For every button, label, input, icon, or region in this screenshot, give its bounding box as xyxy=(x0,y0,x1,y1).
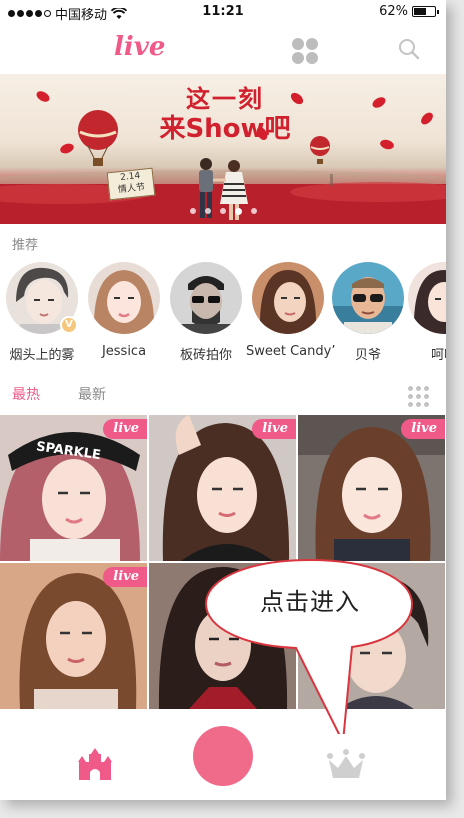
live-stream-tile[interactable]: live xyxy=(0,563,147,709)
valentine-sign: 2.14 情人节 xyxy=(106,167,156,201)
avatar-portrait xyxy=(88,262,160,334)
live-stream-tile[interactable]: SPARKLE live xyxy=(0,415,147,561)
tab-hot[interactable]: 最热 xyxy=(12,384,40,404)
avatar-portrait xyxy=(252,262,324,334)
banner-title: 这一刻 来Show吧 xyxy=(145,84,305,144)
banner-title-line2: 来Show吧 xyxy=(159,114,291,144)
start-live-button[interactable] xyxy=(181,714,265,798)
top-nav: live xyxy=(0,24,446,74)
avatar xyxy=(408,262,446,334)
promo-banner[interactable]: 这一刻 来Show吧 2.14 情人节 xyxy=(0,74,446,224)
status-right: 62% xyxy=(379,4,439,19)
avatar-portrait xyxy=(408,262,446,334)
recommend-user-name: 板砖拍你 xyxy=(179,348,232,363)
recommend-user-name: 呵呵 xyxy=(430,348,446,363)
recommend-user[interactable]: Jessica xyxy=(82,260,166,359)
banner-dot[interactable] xyxy=(250,208,257,214)
banner-dot[interactable] xyxy=(219,208,226,214)
hot-air-balloon-icon xyxy=(310,136,330,164)
recommend-user-name: 贝爷 xyxy=(354,348,381,363)
hot-air-balloon-icon xyxy=(78,110,118,166)
crown-ranking-icon[interactable] xyxy=(326,748,366,782)
recommend-user[interactable]: Sweet Candy’ xyxy=(246,260,336,359)
avatar-portrait xyxy=(332,262,404,334)
tab-new[interactable]: 最新 xyxy=(78,384,106,404)
status-bar: 中国移动 11:21 62% xyxy=(0,0,446,24)
search-icon[interactable] xyxy=(398,38,420,60)
castle-home-icon[interactable] xyxy=(78,746,112,780)
battery-icon xyxy=(412,6,439,17)
recommend-list: V 烟头上的雾 Jessica 板砖拍你 Sweet Candy’ 贝爷 呵 xyxy=(0,260,446,364)
start-live-circle xyxy=(193,726,253,786)
layout-grid-icon[interactable] xyxy=(408,386,432,407)
avatar xyxy=(332,262,404,334)
banner-dot[interactable] xyxy=(204,208,211,214)
recommend-user[interactable]: 板砖拍你 xyxy=(164,260,248,363)
recommend-user-name: Sweet Candy’ xyxy=(246,344,336,359)
live-badge: live xyxy=(103,567,147,587)
recommend-user[interactable]: 呵呵 xyxy=(402,260,446,363)
feed-tabs: 最热 最新 xyxy=(0,384,446,410)
banner-title-line1: 这一刻 xyxy=(186,85,264,113)
recommend-section-label: 推荐 xyxy=(12,238,39,253)
live-stream-tile[interactable]: live xyxy=(298,415,445,561)
battery-percent: 62% xyxy=(379,4,408,19)
recommend-user-name: Jessica xyxy=(101,344,147,359)
live-badge: live xyxy=(401,419,445,439)
live-badge: live xyxy=(252,419,296,439)
banner-dot[interactable] xyxy=(234,207,242,215)
recommend-user[interactable]: 贝爷 xyxy=(326,260,410,363)
banner-dot[interactable] xyxy=(189,208,196,214)
live-badge: live xyxy=(103,419,147,439)
phone-screen: 中国移动 11:21 62% live 这一刻 来Show吧 2.14 情人节 … xyxy=(0,0,446,800)
live-feed-grid: SPARKLE live live live live xyxy=(0,415,446,735)
app-logo: live xyxy=(114,32,166,62)
recommend-user[interactable]: V 烟头上的雾 xyxy=(0,260,84,363)
avatar xyxy=(252,262,324,334)
live-stream-tile[interactable]: live xyxy=(149,415,296,561)
category-grid-icon[interactable] xyxy=(292,38,318,64)
avatar xyxy=(88,262,160,334)
avatar-portrait xyxy=(170,262,242,334)
callout-text: 点击进入 xyxy=(260,588,360,616)
recommend-user-name: 烟头上的雾 xyxy=(9,348,75,363)
verified-badge-icon: V xyxy=(60,316,78,334)
banner-pagination[interactable] xyxy=(0,207,446,215)
avatar xyxy=(170,262,242,334)
